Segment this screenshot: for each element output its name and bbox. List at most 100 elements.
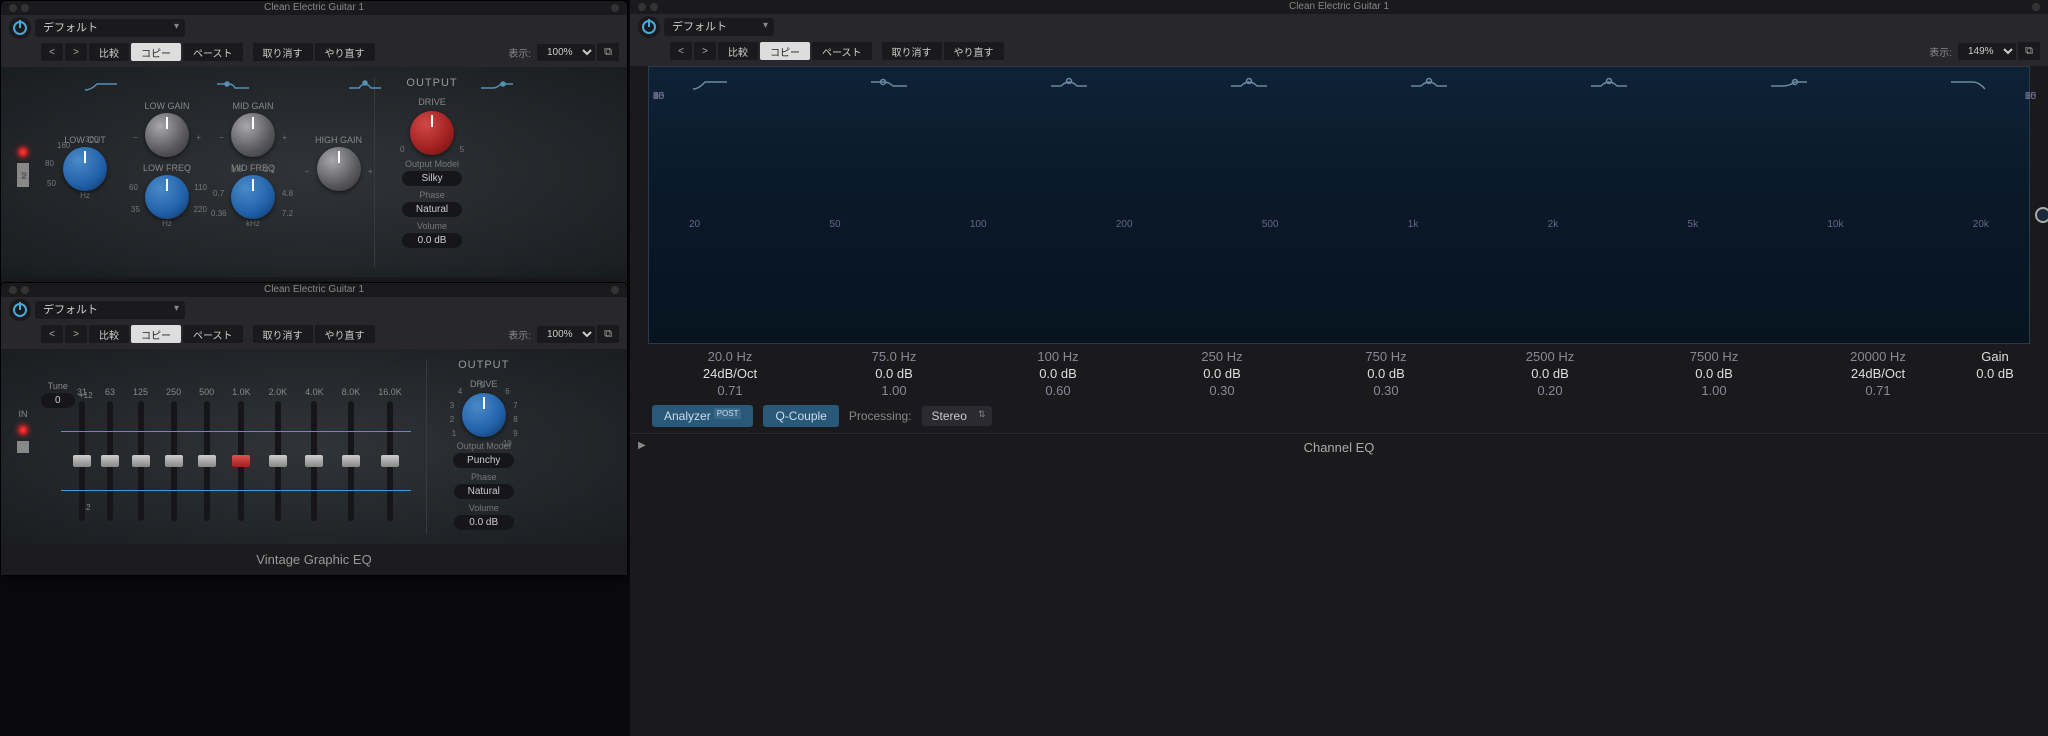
band-slider[interactable] (311, 401, 317, 521)
band-slider[interactable] (275, 401, 281, 521)
bell4-icon[interactable] (1589, 75, 1629, 94)
disclosure-triangle-icon[interactable]: ▶ (638, 440, 646, 451)
compare-button[interactable]: 比較 (89, 43, 129, 61)
in-led-icon[interactable] (18, 147, 28, 157)
next-preset-button[interactable]: > (65, 43, 87, 61)
band-freq[interactable]: 250 Hz (1140, 348, 1304, 365)
bell3-icon[interactable] (1409, 75, 1449, 94)
band-freq[interactable]: 75.0 Hz (812, 348, 976, 365)
redo-button[interactable]: やり直す (944, 42, 1004, 60)
compare-button[interactable]: 比較 (89, 325, 129, 343)
qcouple-button[interactable]: Q-Couple (763, 405, 838, 427)
window-title-bar[interactable]: Clean Electric Guitar 1 (1, 283, 627, 297)
band-slider[interactable] (238, 401, 244, 521)
compare-button[interactable]: 比較 (718, 42, 758, 60)
zoom-icon[interactable] (611, 286, 619, 294)
band-slider[interactable] (79, 401, 85, 521)
in-led-icon[interactable] (18, 425, 28, 435)
zoom-select[interactable]: 100% (537, 326, 595, 343)
band-gain[interactable]: 0.0 dB (1468, 365, 1632, 382)
drive-knob[interactable] (462, 393, 506, 437)
band-gain[interactable]: 24dB/Oct (1796, 365, 1960, 382)
next-preset-button[interactable]: > (65, 325, 87, 343)
preset-dropdown[interactable]: デフォルト (35, 301, 185, 319)
window-title-bar[interactable]: Clean Electric Guitar 1 (1, 1, 627, 15)
band-q[interactable]: 0.20 (1468, 382, 1632, 399)
lowgain-knob[interactable] (145, 113, 189, 157)
volume-value[interactable]: 0.0 dB (402, 233, 462, 248)
lowpass-icon[interactable] (1949, 75, 1989, 94)
paste-button[interactable]: ペースト (812, 42, 872, 60)
band-slider[interactable] (171, 401, 177, 521)
band-q[interactable]: 0.71 (1796, 382, 1960, 399)
next-preset-button[interactable]: > (694, 42, 716, 60)
paste-button[interactable]: ペースト (183, 43, 243, 61)
undo-button[interactable]: 取り消す (253, 43, 313, 61)
tune-value[interactable]: 0 (41, 393, 75, 408)
link-button[interactable]: ⧉ (597, 325, 619, 343)
band-slider[interactable] (348, 401, 354, 521)
prev-preset-button[interactable]: < (41, 43, 63, 61)
band-slider[interactable] (204, 401, 210, 521)
close-icon[interactable] (9, 286, 17, 294)
band-freq[interactable]: 7500 Hz (1632, 348, 1796, 365)
highshelf-icon[interactable] (477, 77, 517, 93)
band-freq[interactable]: 750 Hz (1304, 348, 1468, 365)
phase-select[interactable]: Natural (402, 202, 462, 217)
lowfreq-knob[interactable] (145, 175, 189, 219)
zoom-select[interactable]: 100% (537, 44, 595, 61)
undo-button[interactable]: 取り消す (882, 42, 942, 60)
band-gain[interactable]: 0.0 dB (1304, 365, 1468, 382)
zoom-icon[interactable] (611, 4, 619, 12)
band-slider[interactable] (387, 401, 393, 521)
bell2-icon[interactable] (1229, 75, 1269, 94)
band-q[interactable]: 0.30 (1304, 382, 1468, 399)
band-q[interactable]: 0.60 (976, 382, 1140, 399)
lowcut-knob[interactable] (63, 147, 107, 191)
link-button[interactable]: ⧉ (2018, 42, 2040, 60)
zoom-icon[interactable] (2032, 3, 2040, 11)
in-switch[interactable] (17, 441, 29, 453)
prev-preset-button[interactable]: < (41, 325, 63, 343)
band-slider[interactable] (138, 401, 144, 521)
band-q[interactable]: 1.00 (1632, 382, 1796, 399)
link-button[interactable]: ⧉ (597, 43, 619, 61)
undo-button[interactable]: 取り消す (253, 325, 313, 343)
preset-dropdown[interactable]: デフォルト (35, 19, 185, 37)
preset-dropdown[interactable]: デフォルト (664, 18, 774, 36)
power-button[interactable] (638, 16, 660, 38)
band-slider[interactable] (107, 401, 113, 521)
band-gain[interactable]: 0.0 dB (1632, 365, 1796, 382)
redo-button[interactable]: やり直す (315, 43, 375, 61)
band-gain[interactable]: 0.0 dB (812, 365, 976, 382)
output-model-select[interactable]: Silky (402, 171, 462, 186)
copy-button[interactable]: コピー (131, 325, 181, 343)
volume-value[interactable]: 0.0 dB (454, 515, 514, 530)
band-q[interactable]: 0.71 (648, 382, 812, 399)
band-gain[interactable]: 0.0 dB (976, 365, 1140, 382)
highpass-icon[interactable] (81, 77, 121, 93)
paste-button[interactable]: ペースト (183, 325, 243, 343)
band-freq[interactable]: 20000 Hz (1796, 348, 1960, 365)
analyzer-button[interactable]: AnalyzerPOST (652, 405, 753, 427)
band-freq[interactable]: 2500 Hz (1468, 348, 1632, 365)
highshelf-icon[interactable] (1769, 75, 1809, 94)
window-title-bar[interactable]: Clean Electric Guitar 1 (630, 0, 2048, 14)
phase-select[interactable]: Natural (454, 484, 514, 499)
copy-button[interactable]: コピー (131, 43, 181, 61)
midgain-knob[interactable] (231, 113, 275, 157)
midfreq-knob[interactable] (231, 175, 275, 219)
lowshelf-icon[interactable] (869, 75, 909, 94)
band-q[interactable]: 0.30 (1140, 382, 1304, 399)
band-q[interactable]: 1.00 (812, 382, 976, 399)
processing-select[interactable]: Stereo (922, 406, 992, 426)
power-button[interactable] (9, 17, 31, 39)
close-icon[interactable] (9, 4, 17, 12)
band-gain[interactable]: 0.0 dB (1140, 365, 1304, 382)
close-icon[interactable] (638, 3, 646, 11)
band-freq[interactable]: 100 Hz (976, 348, 1140, 365)
bell-icon[interactable] (345, 77, 385, 93)
drive-knob[interactable] (410, 111, 454, 155)
output-model-select[interactable]: Punchy (453, 453, 514, 468)
lowshelf-icon[interactable] (213, 77, 253, 93)
